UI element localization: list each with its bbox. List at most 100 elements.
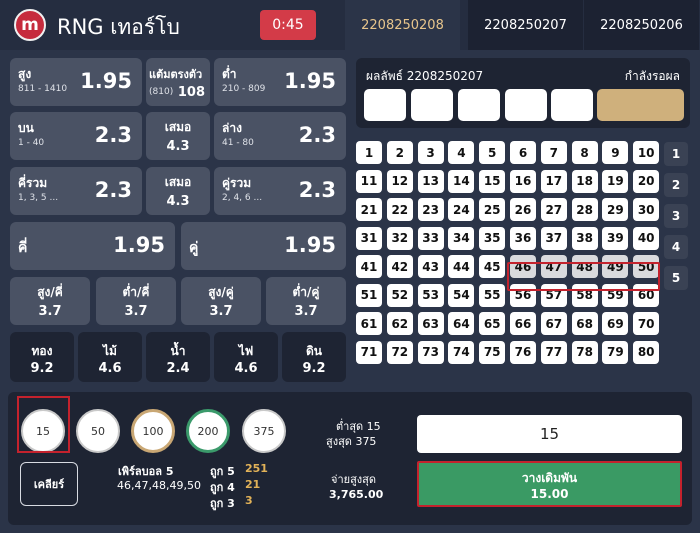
number-cell-42[interactable]: 42 — [386, 255, 413, 278]
number-cell-75[interactable]: 75 — [479, 340, 506, 364]
number-cell-20[interactable]: 20 — [633, 169, 660, 193]
number-cell-76[interactable]: 76 — [510, 340, 536, 364]
number-cell-64[interactable]: 64 — [448, 312, 475, 335]
number-cell-68[interactable]: 68 — [571, 312, 598, 335]
number-cell-33[interactable]: 33 — [417, 226, 444, 250]
bet-odd[interactable]: คี่ 1.95 — [10, 222, 175, 270]
number-cell-19[interactable]: 19 — [602, 169, 629, 193]
number-cell-71[interactable]: 71 — [356, 340, 382, 364]
number-cell-73[interactable]: 73 — [417, 340, 444, 364]
number-cell-10[interactable]: 10 — [633, 141, 660, 164]
number-cell-45[interactable]: 45 — [479, 255, 506, 278]
row-select-button-5[interactable]: 5 — [664, 266, 688, 290]
number-cell-25[interactable]: 25 — [479, 198, 506, 221]
number-cell-38[interactable]: 38 — [571, 226, 598, 250]
clear-button[interactable]: เคลียร์ — [20, 462, 78, 506]
number-cell-43[interactable]: 43 — [417, 255, 444, 278]
bet-high-even[interactable]: สูง/คู่ 3.7 — [181, 277, 261, 325]
number-cell-32[interactable]: 32 — [386, 226, 413, 250]
place-bet-button[interactable]: วางเดิมพัน 15.00 — [417, 461, 682, 507]
bet-bottom[interactable]: ล่าง 41 - 80 2.3 — [214, 112, 346, 160]
bet-even-sum[interactable]: คู่รวม 2, 4, 6 ... 2.3 — [214, 167, 346, 215]
number-cell-18[interactable]: 18 — [571, 169, 598, 193]
bet-draw-top-bottom[interactable]: เสมอ 4.3 — [146, 112, 210, 160]
number-cell-46[interactable]: 46 — [510, 255, 536, 278]
number-cell-55[interactable]: 55 — [479, 283, 506, 307]
number-cell-2[interactable]: 2 — [386, 141, 413, 164]
number-cell-8[interactable]: 8 — [571, 141, 598, 164]
round-tab-previous[interactable]: 2208250207 — [468, 0, 583, 50]
number-cell-16[interactable]: 16 — [510, 169, 536, 193]
number-cell-21[interactable]: 21 — [356, 198, 382, 221]
number-cell-56[interactable]: 56 — [510, 283, 536, 307]
number-cell-72[interactable]: 72 — [386, 340, 413, 364]
number-cell-35[interactable]: 35 — [479, 226, 506, 250]
row-select-button-2[interactable]: 2 — [664, 173, 688, 197]
number-cell-63[interactable]: 63 — [417, 312, 444, 335]
bet-amount-input[interactable]: 15 — [417, 415, 682, 453]
number-cell-34[interactable]: 34 — [448, 226, 475, 250]
number-cell-4[interactable]: 4 — [448, 141, 475, 164]
bet-fire[interactable]: ไฟ 4.6 — [214, 332, 278, 382]
number-cell-58[interactable]: 58 — [571, 283, 598, 307]
number-cell-9[interactable]: 9 — [602, 141, 629, 164]
bet-gold[interactable]: ทอง 9.2 — [10, 332, 74, 382]
number-cell-26[interactable]: 26 — [510, 198, 536, 221]
number-cell-52[interactable]: 52 — [386, 283, 413, 307]
number-cell-23[interactable]: 23 — [417, 198, 444, 221]
number-cell-54[interactable]: 54 — [448, 283, 475, 307]
bet-exact-810[interactable]: แต้มตรงตัว (810) 108 — [146, 58, 210, 106]
chip-375[interactable]: 375 — [242, 409, 286, 453]
number-cell-78[interactable]: 78 — [571, 340, 598, 364]
number-cell-74[interactable]: 74 — [448, 340, 475, 364]
number-cell-80[interactable]: 80 — [633, 340, 660, 364]
number-cell-69[interactable]: 69 — [602, 312, 629, 335]
number-cell-47[interactable]: 47 — [540, 255, 567, 278]
number-cell-30[interactable]: 30 — [633, 198, 660, 221]
number-cell-57[interactable]: 57 — [540, 283, 567, 307]
bet-water[interactable]: น้ำ 2.4 — [146, 332, 210, 382]
number-cell-27[interactable]: 27 — [540, 198, 567, 221]
number-cell-13[interactable]: 13 — [417, 169, 444, 193]
number-cell-39[interactable]: 39 — [602, 226, 629, 250]
row-select-button-1[interactable]: 1 — [664, 142, 688, 166]
number-cell-40[interactable]: 40 — [633, 226, 660, 250]
number-cell-37[interactable]: 37 — [540, 226, 567, 250]
chip-200[interactable]: 200 — [186, 409, 230, 453]
number-cell-49[interactable]: 49 — [602, 255, 629, 278]
number-cell-6[interactable]: 6 — [510, 141, 536, 164]
number-cell-28[interactable]: 28 — [571, 198, 598, 221]
number-cell-41[interactable]: 41 — [356, 255, 382, 278]
number-cell-5[interactable]: 5 — [479, 141, 506, 164]
number-cell-67[interactable]: 67 — [540, 312, 567, 335]
number-cell-29[interactable]: 29 — [602, 198, 629, 221]
bet-even[interactable]: คู่ 1.95 — [181, 222, 346, 270]
number-cell-15[interactable]: 15 — [479, 169, 506, 193]
number-cell-62[interactable]: 62 — [386, 312, 413, 335]
number-cell-66[interactable]: 66 — [510, 312, 536, 335]
number-cell-1[interactable]: 1 — [356, 141, 382, 164]
chip-50[interactable]: 50 — [76, 409, 120, 453]
number-cell-44[interactable]: 44 — [448, 255, 475, 278]
number-cell-59[interactable]: 59 — [602, 283, 629, 307]
number-cell-61[interactable]: 61 — [356, 312, 382, 335]
number-cell-3[interactable]: 3 — [417, 141, 444, 164]
chip-100[interactable]: 100 — [131, 409, 175, 453]
bet-high-odd[interactable]: สูง/คี่ 3.7 — [10, 277, 90, 325]
number-cell-65[interactable]: 65 — [479, 312, 506, 335]
number-cell-53[interactable]: 53 — [417, 283, 444, 307]
bet-low[interactable]: ต่ำ 210 - 809 1.95 — [214, 58, 346, 106]
bet-odd-sum[interactable]: คี่รวม 1, 3, 5 ... 2.3 — [10, 167, 142, 215]
number-cell-50[interactable]: 50 — [633, 255, 660, 278]
number-cell-31[interactable]: 31 — [356, 226, 382, 250]
number-cell-48[interactable]: 48 — [571, 255, 598, 278]
bet-top[interactable]: บน 1 - 40 2.3 — [10, 112, 142, 160]
row-select-button-3[interactable]: 3 — [664, 204, 688, 228]
number-cell-17[interactable]: 17 — [540, 169, 567, 193]
bet-wood[interactable]: ไม้ 4.6 — [78, 332, 142, 382]
number-cell-79[interactable]: 79 — [602, 340, 629, 364]
number-cell-14[interactable]: 14 — [448, 169, 475, 193]
number-cell-24[interactable]: 24 — [448, 198, 475, 221]
number-cell-51[interactable]: 51 — [356, 283, 382, 307]
number-cell-7[interactable]: 7 — [540, 141, 567, 164]
